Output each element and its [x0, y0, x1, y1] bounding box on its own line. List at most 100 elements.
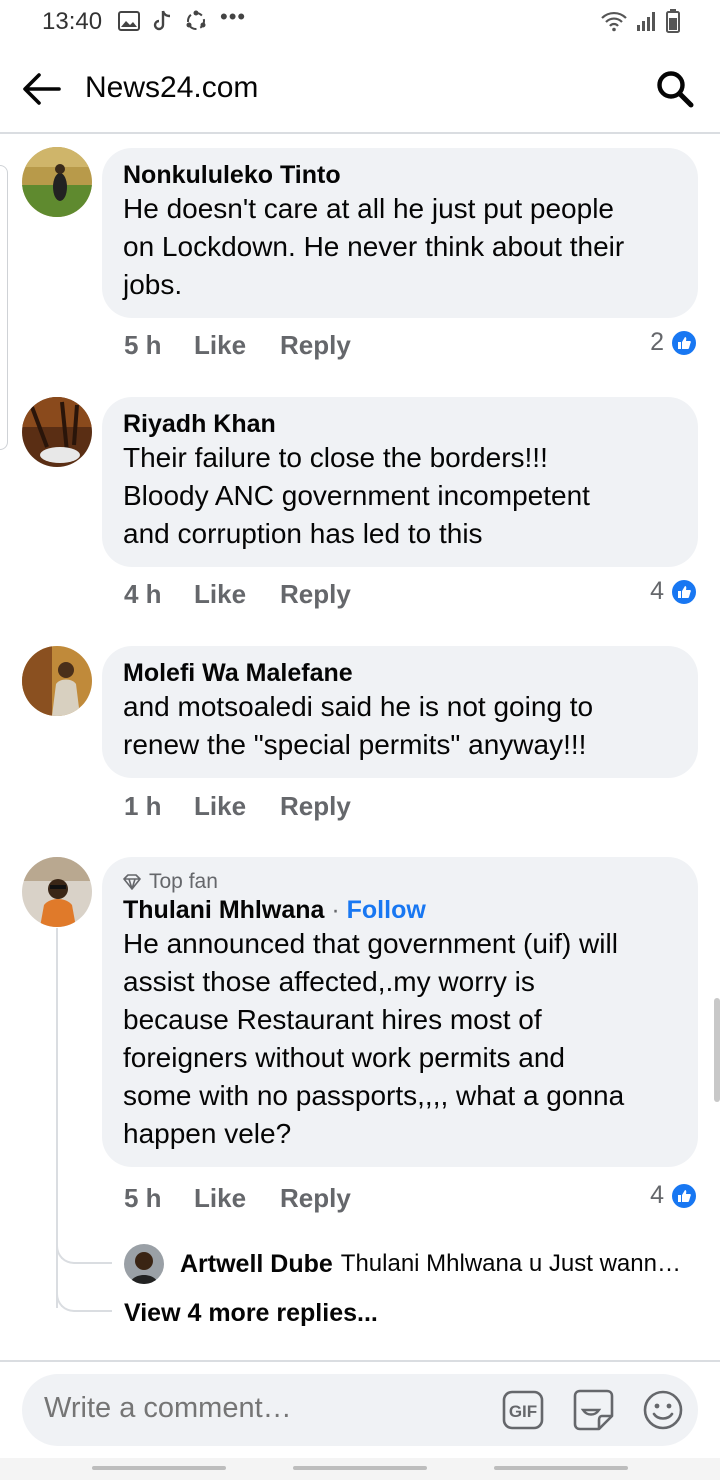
reply-button[interactable]: Reply: [280, 791, 351, 822]
comment-bubble[interactable]: Nonkululeko Tinto He doesn't care at all…: [102, 148, 698, 318]
comment-line: He announced that government (uif) will: [123, 928, 618, 959]
app-header: News24.com: [0, 44, 720, 134]
top-fan-badge: Top fan: [123, 869, 676, 895]
reaction-number: 2: [650, 328, 664, 356]
comment-text: and motsoaledi said he is not going to r…: [123, 688, 676, 764]
gif-icon: GIF: [502, 1390, 544, 1430]
sticker-icon: [573, 1389, 614, 1431]
nav-recents-button[interactable]: [92, 1466, 226, 1470]
reply-thread-branch: [56, 1282, 112, 1312]
comment-line: on Lockdown. He never think about their: [123, 231, 625, 262]
more-notifications-indicator: •••: [220, 4, 247, 29]
comment-line: jobs.: [123, 269, 183, 300]
signal-icon: [637, 12, 655, 31]
system-navigation-bar: [0, 1458, 720, 1480]
like-button[interactable]: Like: [194, 791, 280, 822]
comment-bubble[interactable]: Top fan Thulani Mhlwana · Follow He anno…: [102, 857, 698, 1167]
reaction-count[interactable]: 2: [650, 328, 698, 357]
avatar[interactable]: [124, 1244, 164, 1284]
status-time: 13:40: [42, 8, 103, 35]
page-title: News24.com: [85, 71, 259, 104]
emoji-button[interactable]: [640, 1387, 686, 1433]
separator: ·: [331, 896, 340, 924]
post-edge-outline: [0, 165, 8, 450]
comment-line: Their failure to close the borders!!!: [123, 442, 548, 473]
reply-button[interactable]: Reply: [280, 330, 351, 361]
reply-thread-branch: [56, 1234, 112, 1264]
comment-text: He doesn't care at all he just put peopl…: [123, 190, 676, 304]
comment-line: He doesn't care at all he just put peopl…: [123, 193, 614, 224]
back-button[interactable]: [18, 68, 64, 110]
avatar[interactable]: [22, 646, 92, 716]
arrow-left-icon: [23, 73, 61, 105]
comment-bubble[interactable]: Molefi Wa Malefane and motsoaledi said h…: [102, 646, 698, 778]
wifi-icon: [601, 11, 627, 32]
gif-button[interactable]: GIF: [500, 1387, 546, 1433]
thumbs-up-icon: [670, 577, 698, 606]
like-button[interactable]: Like: [194, 1183, 280, 1214]
comment-time: 5 h: [124, 330, 162, 360]
search-button[interactable]: [652, 66, 698, 112]
reply-button[interactable]: Reply: [280, 1183, 351, 1214]
comment-author[interactable]: Nonkululeko Tinto: [123, 160, 676, 190]
comment-line: and motsoaledi said he is not going to: [123, 691, 594, 722]
reply-button[interactable]: Reply: [280, 579, 351, 610]
comment-author[interactable]: Riyadh Khan: [123, 409, 676, 439]
comment-time: 5 h: [124, 1183, 162, 1213]
reply-text: Thulani Mhlwana u Just wann…: [340, 1250, 681, 1277]
comment-actions: 5 h Like Reply: [124, 1183, 351, 1214]
comment-author[interactable]: Thulani Mhlwana: [123, 896, 324, 924]
reply-preview[interactable]: Artwell Dube Thulani Mhlwana u Just wann…: [124, 1244, 704, 1284]
reaction-number: 4: [650, 577, 664, 605]
status-notification-icons: •••: [118, 4, 247, 36]
like-button[interactable]: Like: [194, 579, 280, 610]
avatar[interactable]: [22, 857, 92, 927]
comment-author-row: Thulani Mhlwana · Follow: [123, 895, 676, 925]
reply-author[interactable]: Artwell Dube: [180, 1250, 333, 1279]
comment-line: some with no passports,,,, what a gonna: [123, 1080, 625, 1111]
diamond-icon: [123, 874, 141, 890]
comment-text: Their failure to close the borders!!! Bl…: [123, 439, 676, 553]
comment-line: happen vele?: [123, 1118, 292, 1149]
tiktok-icon: [153, 10, 171, 31]
sync-icon: [186, 10, 206, 30]
status-system-icons: [600, 6, 680, 36]
comment-actions: 5 h Like Reply: [124, 330, 351, 361]
comment-line: because Restaurant hires most of: [123, 1004, 542, 1035]
comment-line: renew the "special permits" anyway!!!: [123, 729, 587, 760]
comment-line: and corruption has led to this: [123, 518, 483, 549]
avatar[interactable]: [22, 147, 92, 217]
avatar[interactable]: [22, 397, 92, 467]
gif-label: GIF: [509, 1402, 537, 1421]
comment-line: foreigners without work permits and: [123, 1042, 565, 1073]
comment-input[interactable]: [44, 1392, 484, 1425]
comment-time: 4 h: [124, 579, 162, 609]
thumbs-up-icon: [670, 328, 698, 357]
top-fan-label: Top fan: [149, 870, 218, 893]
battery-icon: [666, 9, 680, 33]
reaction-count[interactable]: 4: [650, 1181, 698, 1210]
comment-author[interactable]: Molefi Wa Malefane: [123, 658, 676, 688]
comment-composer-bar: GIF: [0, 1360, 720, 1458]
follow-button[interactable]: Follow: [347, 896, 426, 924]
comment-bubble[interactable]: Riyadh Khan Their failure to close the b…: [102, 397, 698, 567]
nav-back-button[interactable]: [494, 1466, 628, 1470]
like-button[interactable]: Like: [194, 330, 280, 361]
search-icon: [657, 71, 694, 108]
thumbs-up-icon: [670, 1181, 698, 1210]
comment-actions: 4 h Like Reply: [124, 579, 351, 610]
status-bar: 13:40 •••: [0, 0, 720, 44]
comment-text: He announced that government (uif) will …: [123, 925, 676, 1153]
scrollbar[interactable]: [714, 998, 720, 1102]
emoji-icon: [643, 1390, 683, 1430]
sticker-button[interactable]: [570, 1387, 616, 1433]
gallery-icon: [118, 11, 140, 31]
reaction-number: 4: [650, 1181, 664, 1209]
comment-line: Bloody ANC government incompetent: [123, 480, 590, 511]
comment-time: 1 h: [124, 791, 162, 821]
comment-actions: 1 h Like Reply: [124, 791, 351, 822]
nav-home-button[interactable]: [293, 1466, 427, 1470]
reaction-count[interactable]: 4: [650, 577, 698, 606]
view-more-replies[interactable]: View 4 more replies...: [124, 1299, 378, 1328]
comment-composer: GIF: [22, 1374, 698, 1446]
